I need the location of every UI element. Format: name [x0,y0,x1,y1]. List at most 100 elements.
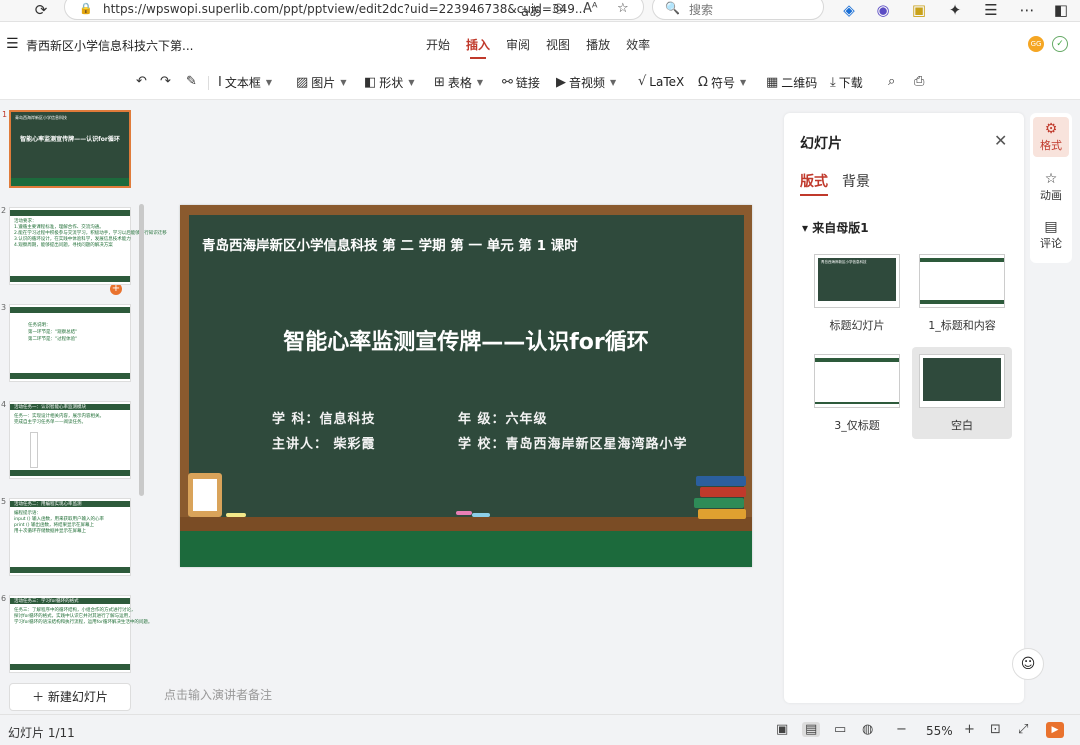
lock-icon[interactable]: 🔒 [79,2,93,15]
tab-play[interactable]: 播放 [586,36,610,53]
image-button[interactable]: ▨ 图片 ▼ [296,74,346,91]
url-text[interactable]: https://wpswopi.superlib.com/ppt/pptview… [103,2,586,16]
read-aloud-icon[interactable]: aあ [521,1,542,20]
link-icon: ⚯ [502,75,513,90]
slide-number: 5 [1,497,7,506]
download-button[interactable]: ⤓ 下载 [830,74,863,91]
favorites-list-icon[interactable]: ☰ [980,0,1002,22]
comment-rail-button[interactable]: ▤ 评论 [1033,215,1069,255]
search-icon: 🔍 [665,1,680,15]
thumbnail-scrollbar[interactable] [139,204,144,496]
play-slideshow-icon[interactable]: ▶ [1046,722,1064,738]
browser-search-placeholder: 搜索 [689,3,714,17]
tab-layout[interactable]: 版式 [800,171,828,196]
layout-title-content[interactable] [919,254,1005,308]
tab-review[interactable]: 审阅 [506,36,530,53]
latex-button[interactable]: √ LaTeX [638,74,684,89]
table-label: 表格 [447,76,472,90]
extension-ring-icon[interactable]: ◉ [872,0,894,22]
symbol-button[interactable]: Ω 符号 ▼ [698,74,746,91]
book-illustration [696,476,746,486]
thumb-line: 学习for循环的语法结构和执行流程，运用for循环解决生活中的问题。 [14,620,153,625]
redo-button[interactable]: ↷ [160,74,171,89]
tab-view[interactable]: 视图 [546,36,570,53]
layout-blank[interactable] [919,354,1005,408]
search-icon: ⌕ [888,74,896,89]
extensions-puzzle-icon[interactable]: ✦ [944,0,966,22]
fullscreen-icon[interactable]: ⤢ [1018,722,1028,737]
qrcode-button[interactable]: ▦ 二维码 [766,74,817,91]
new-slide-button[interactable]: ＋ 新建幻灯片 [9,683,131,711]
zoom-level[interactable]: 55% [926,724,953,738]
media-label: 音视频 [569,76,606,90]
slide-thumbnail-6[interactable]: 6 活动任务三：学习for循环的格式 任务三：了解程序中的循环结构，小组合作的方… [1,594,152,673]
layout-title-slide[interactable]: 青岛西海岸新区小学信息科技 [814,254,900,308]
tab-insert[interactable]: 插入 [466,36,490,59]
tab-efficiency[interactable]: 效率 [626,36,650,53]
qrcode-label: 二维码 [781,76,818,90]
globe-icon[interactable]: ◍ [862,722,873,737]
refresh-icon[interactable]: ⟳ [30,0,52,22]
speaker-notes-field[interactable]: 点击输入演讲者备注 [164,686,272,703]
master-section-header[interactable]: ▾ 来自母版1 [802,219,869,236]
find-button[interactable]: ⌕ [888,74,895,89]
zoom-out-icon[interactable]: − [896,722,907,737]
slide-thumbnail-3[interactable]: 3 任务说明： 第一环节是："观察总结" 第二环节是："过程体验" [1,303,131,382]
format-rail-button[interactable]: ⚙ 格式 [1033,117,1069,157]
slide-speaker[interactable]: 主讲人： 柴彩霞 [272,433,376,452]
slide-subject[interactable]: 学 科：信息科技 [272,408,376,427]
animation-rail-button[interactable]: ☆ 动画 [1033,167,1069,207]
favorite-star-icon[interactable]: ☆ [617,1,629,16]
normal-view-icon[interactable]: ▣ [776,722,788,737]
shape-button[interactable]: ◧ 形状 ▼ [364,74,414,91]
hamburger-menu-icon[interactable]: ☰ [6,36,19,52]
book-illustration [698,509,746,519]
slide-thumbnail-4[interactable]: 4 活动任务一：认识智能心率监测模块 任务一：实现设计相关内容，展示内容相关。 … [1,400,131,479]
ribbon-tabs: 开始 插入 审阅 视图 播放 效率 [426,36,650,59]
tab-home[interactable]: 开始 [426,36,450,53]
more-options-icon[interactable]: ⋯ [1016,0,1038,22]
textbox-button[interactable]: Ⅰ 文本框 ▼ [218,74,272,91]
sorter-view-icon[interactable]: ▭ [834,722,846,737]
format-painter-button[interactable]: ✎ [186,74,197,89]
copilot-icon[interactable]: ◈ [838,0,860,22]
layout-title-only[interactable] [814,354,900,408]
avatar[interactable]: GG [1028,36,1044,52]
document-title[interactable]: 青西新区小学信息科技六下第... [26,37,193,54]
slide-thumbnail-2[interactable]: 2 活动要求： 1.遵循主要课程标准，理解合作、交流沟通。 2.能在学习过程中积… [1,206,167,285]
notes-view-icon[interactable]: ▤ [802,722,821,737]
browser-bar: ⟳ 🔒 https://wpswopi.superlib.com/ppt/ppt… [0,0,1080,22]
slide-grade[interactable]: 年 级：六年级 [458,408,548,427]
text-size-icon[interactable]: Aᴬ [583,1,598,16]
thumb-title: 智能心率监测宣传牌——认识for循环 [20,136,120,143]
ai-assistant-icon[interactable]: ☺ [1012,648,1044,680]
slide-number: 4 [1,400,7,409]
address-bar[interactable]: 🔒 https://wpswopi.superlib.com/ppt/pptvi… [64,0,644,20]
sidebar-toggle-icon[interactable]: ◧ [1050,0,1072,22]
media-button[interactable]: ▶ 音视频 ▼ [556,74,616,91]
close-icon[interactable]: ✕ [994,131,1007,150]
slide-header[interactable]: 青岛西海岸新区小学信息科技 第 二 学期 第 一 单元 第 1 课时 [202,234,578,254]
slide-school[interactable]: 学 校：青岛西海岸新区星海湾路小学 [458,433,688,452]
master-section-label: 来自母版1 [812,221,869,235]
slide-canvas[interactable]: 青岛西海岸新区小学信息科技 第 二 学期 第 一 单元 第 1 课时 智能心率监… [180,205,752,567]
link-button[interactable]: ⚯ 链接 [502,74,540,91]
slide-thumbnail-5[interactable]: 5 活动任务二：用编程实现心率监测 编程提示语： input () 输入函数，用… [1,497,131,576]
formula-icon: √ [638,74,647,89]
slide-title[interactable]: 智能心率监测宣传牌——认识for循环 [180,324,752,356]
tab-background[interactable]: 背景 [842,171,870,191]
fit-slide-icon[interactable]: ⊡ [990,722,1001,737]
extension-folder-icon[interactable]: ▣ [908,0,930,22]
layout-band [920,300,1004,304]
thumb-band [10,664,130,670]
browser-search-box[interactable]: 🔍 搜索 [652,0,824,20]
slide-thumbnail-1[interactable]: 1 青岛西海岸新区小学信息科技 智能心率监测宣传牌——认识for循环 [2,110,131,188]
zoom-in-icon[interactable]: + [964,722,975,737]
slide-counter: 幻灯片 1/11 [8,726,75,740]
translate-icon[interactable]: ◎ [553,1,564,16]
cloud-sync-icon[interactable]: ✓ [1052,36,1068,52]
undo-button[interactable]: ↶ [136,74,147,89]
print-button[interactable]: ⎙ [914,74,924,89]
layout-label: 空白 [951,419,973,432]
table-button[interactable]: ⊞ 表格 ▼ [434,74,483,91]
